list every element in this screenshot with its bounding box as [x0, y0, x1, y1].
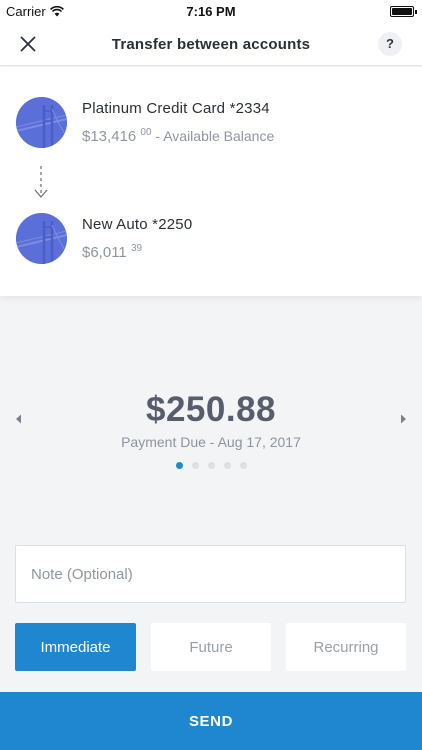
page-dot[interactable] [175, 462, 183, 469]
to-account-balance: $6,011 39 [82, 243, 192, 261]
from-account[interactable]: Platinum Credit Card *2334 $13,416 00 - … [16, 97, 274, 148]
payment-due-label: Payment Due - Aug 17, 2017 [121, 434, 301, 450]
to-account[interactable]: New Auto *2250 $6,011 39 [16, 213, 192, 264]
page-dot[interactable] [191, 462, 199, 469]
accounts-card: Platinum Credit Card *2334 $13,416 00 - … [0, 67, 422, 296]
balance-cents: 39 [130, 243, 143, 254]
balance-amount: $13,416 [82, 128, 137, 145]
status-bar: Carrier 7:16 PM [0, 0, 422, 22]
account-avatar [16, 213, 67, 264]
balance-cents: 00 [140, 127, 152, 138]
balance-label: - Available Balance [151, 128, 275, 144]
next-amount-icon[interactable] [396, 412, 410, 426]
page-dot[interactable] [207, 462, 215, 469]
transfer-amount: $250.88 [145, 390, 277, 429]
from-account-name: Platinum Credit Card *2334 [82, 100, 270, 117]
amount-display: $250.88 Payment Due - Aug 17, 2017 [0, 390, 422, 450]
schedule-option-future[interactable]: Future [151, 623, 271, 671]
page-title: Transfer between accounts [111, 36, 311, 53]
nav-bar: Transfer between accounts ? [0, 22, 422, 66]
note-field[interactable] [15, 545, 406, 603]
status-time: 7:16 PM [186, 4, 236, 19]
page-dot[interactable] [239, 462, 247, 469]
battery-icon [390, 6, 417, 17]
from-account-balance: $13,416 00 - Available Balance [82, 127, 275, 145]
help-button[interactable]: ? [378, 32, 402, 56]
balance-amount: $6,011 [82, 244, 127, 261]
page-indicator [0, 462, 422, 469]
to-account-name: New Auto *2250 [82, 216, 193, 233]
account-avatar [16, 97, 67, 148]
page-dot[interactable] [223, 462, 231, 469]
arrow-down-icon [34, 166, 48, 198]
schedule-option-recurring[interactable]: Recurring [286, 623, 406, 671]
schedule-option-immediate[interactable]: Immediate [15, 623, 136, 671]
send-button[interactable]: SEND [0, 692, 422, 750]
